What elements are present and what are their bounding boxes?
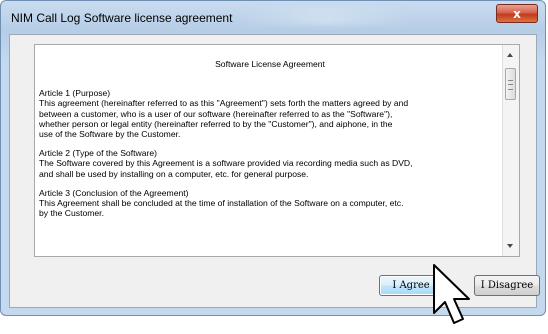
chevron-up-icon[interactable] — [507, 53, 513, 57]
scrollbar-thumb[interactable] — [505, 68, 516, 100]
chevron-down-icon[interactable] — [507, 244, 513, 248]
license-text: Software License Agreement Article 1 (Pu… — [39, 59, 501, 227]
agreement-heading: Software License Agreement — [215, 59, 325, 69]
article-3: Article 3 (Conclusion of the Agreement) … — [39, 187, 404, 219]
vertical-scrollbar[interactable] — [502, 45, 519, 256]
disagree-button[interactable]: I Disagree — [474, 275, 540, 296]
grip-icon — [508, 80, 513, 90]
title-bar[interactable]: NIM Call Log Software license agreement … — [1, 1, 545, 35]
close-button[interactable]: x — [496, 4, 538, 23]
article-1: Article 1 (Purpose) This agreement (here… — [39, 88, 409, 140]
mouse-pointer-icon — [433, 264, 470, 324]
license-text-area[interactable]: Software License Agreement Article 1 (Pu… — [34, 44, 520, 257]
title-bar-glare — [241, 7, 411, 25]
window-title: NIM Call Log Software license agreement — [11, 11, 233, 25]
article-2: Article 2 (Type of the Software) The Sof… — [39, 148, 413, 179]
close-icon: x — [513, 6, 521, 21]
